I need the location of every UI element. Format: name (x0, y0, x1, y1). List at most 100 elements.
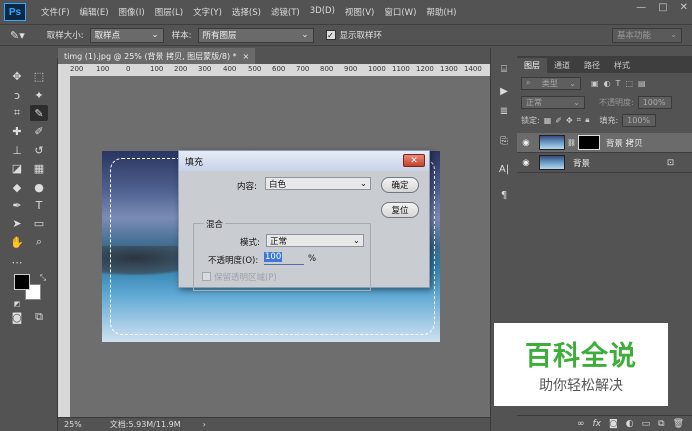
shape-tool-icon[interactable]: ▭ (30, 215, 48, 231)
lock-artboard-icon[interactable]: ⌗ (577, 115, 582, 125)
gradient-tool-icon[interactable]: ▦ (30, 160, 48, 176)
menu-help[interactable]: 帮助(H) (421, 6, 461, 18)
sample-select[interactable]: 所有图层 ⌄ (197, 27, 314, 43)
lock-position-icon[interactable]: ✥ (566, 116, 573, 125)
filter-shape-icon[interactable]: ⬚ (625, 79, 633, 88)
tab-channels[interactable]: 通道 (547, 58, 577, 73)
trash-icon[interactable]: 🗑︎ (673, 419, 684, 429)
fx-icon[interactable]: fx (593, 419, 602, 429)
link-icon[interactable]: ∞ (577, 419, 585, 429)
character-panel-icon[interactable]: A| (496, 162, 512, 176)
dialog-close-button[interactable]: ✕ (403, 154, 425, 167)
history-panel-icon[interactable]: ⌸ (496, 62, 512, 76)
tab-layers[interactable]: 图层 (517, 58, 547, 73)
paragraph-panel-icon[interactable]: ¶ (496, 188, 512, 202)
filter-adjust-icon[interactable]: ◐ (604, 79, 611, 88)
close-window-button[interactable]: ✕ (680, 2, 688, 13)
group-icon[interactable]: ▭ (642, 419, 651, 429)
clone-source-panel-icon[interactable]: ⎘ (496, 134, 512, 148)
layer-blend-mode-select[interactable]: 正常 ⌄ (521, 95, 585, 109)
close-tab-icon[interactable]: × (243, 52, 250, 61)
menu-edit[interactable]: 编辑(E) (75, 6, 114, 18)
menu-layer[interactable]: 图层(L) (150, 6, 188, 18)
actions-panel-icon[interactable]: ▶ (496, 84, 512, 98)
show-ring-checkbox[interactable]: ✓ (325, 30, 336, 40)
move-tool-icon[interactable]: ✥ (8, 68, 26, 84)
lock-pixels-icon[interactable]: ✐ (555, 116, 562, 125)
maximize-button[interactable]: □ (658, 2, 667, 13)
menu-file[interactable]: 文件(F) (36, 6, 75, 18)
new-layer-icon[interactable]: ⧉ (658, 419, 664, 429)
foreground-color-swatch[interactable] (14, 274, 30, 290)
tab-styles[interactable]: 样式 (607, 58, 637, 73)
mode-select[interactable]: 正常 ⌄ (266, 234, 364, 247)
opacity-input-value: 100 (264, 252, 283, 262)
eyedropper-tool-preset-icon[interactable]: ✎▾ (10, 29, 25, 42)
adjustment-icon[interactable]: ◐ (626, 419, 634, 429)
opacity-input[interactable]: 100 (264, 252, 304, 265)
menu-window[interactable]: 窗口(W) (379, 6, 421, 18)
layer-opacity-input[interactable]: 100% (637, 95, 672, 109)
menu-view[interactable]: 视图(V) (340, 6, 379, 18)
layer-row-background[interactable]: ◉ 背景 ⊡ (517, 153, 692, 173)
clone-stamp-tool-icon[interactable]: ⊥ (8, 142, 26, 158)
chain-link-icon[interactable]: ⛓︎ (567, 139, 576, 147)
path-selection-tool-icon[interactable]: ➤ (8, 215, 26, 231)
tab-paths[interactable]: 路径 (577, 58, 607, 73)
document-info: 文档:5.93M/11.9M (109, 420, 181, 429)
menu-image[interactable]: 图像(I) (114, 6, 150, 18)
zoom-tool-icon[interactable]: ⌕ (30, 234, 48, 250)
blur-tool-icon[interactable]: ◆ (8, 179, 26, 195)
history-brush-tool-icon[interactable]: ↺ (30, 142, 48, 158)
layer-fill-input[interactable]: 100% (622, 113, 657, 127)
ok-button[interactable]: 确定 (381, 177, 419, 193)
ruler-tick: 400 (223, 65, 237, 73)
visibility-eye-icon[interactable]: ◉ (517, 158, 535, 168)
dialog-titlebar[interactable]: 填充 ✕ (179, 151, 429, 171)
brush-tool-icon[interactable]: ✐ (30, 123, 48, 139)
mask-icon[interactable]: ◙ (609, 419, 618, 429)
layer-row-background-copy[interactable]: ◉ ⛓︎ 背景 拷贝 (517, 133, 692, 153)
menu-select[interactable]: 选择(S) (227, 6, 266, 18)
more-tools-icon[interactable]: ⋯ (8, 254, 26, 270)
lock-transparent-icon[interactable]: ▦ (544, 116, 552, 125)
minimize-button[interactable]: — (636, 2, 646, 13)
marquee-tool-icon[interactable]: ⬚ (30, 68, 48, 84)
visibility-eye-icon[interactable]: ◉ (517, 138, 535, 148)
status-bar: 25% 文档:5.93M/11.9M › (58, 417, 490, 431)
sample-size-select[interactable]: 取样点 ⌄ (89, 27, 164, 43)
pen-tool-icon[interactable]: ✒ (8, 197, 26, 213)
filter-smart-icon[interactable]: ▤ (638, 79, 646, 88)
type-tool-icon[interactable]: T (30, 197, 48, 213)
document-tab[interactable]: timg (1).jpg @ 25% (背景 拷贝, 图层蒙版/8) * × (58, 48, 256, 64)
lasso-tool-icon[interactable]: ↄ (8, 87, 26, 103)
healing-brush-tool-icon[interactable]: ✚ (8, 123, 26, 139)
status-menu-arrow-icon[interactable]: › (203, 420, 206, 429)
menu-filter[interactable]: 滤镜(T) (266, 6, 305, 18)
hand-tool-icon[interactable]: ✋ (8, 234, 26, 250)
preserve-transparency-checkbox[interactable] (202, 272, 211, 281)
menu-3d[interactable]: 3D(D) (305, 6, 340, 18)
layer-mask-thumbnail[interactable] (577, 135, 600, 150)
crop-tool-icon[interactable]: ⌗ (8, 105, 26, 121)
zoom-level[interactable]: 25% (64, 420, 82, 429)
filter-pixel-icon[interactable]: ▣ (591, 79, 599, 88)
content-select[interactable]: 白色 ⌄ (265, 177, 371, 190)
quick-mask-icon[interactable]: ◙ (8, 309, 26, 325)
screen-mode-icon[interactable]: ⧉ (30, 309, 48, 325)
workspace-select[interactable]: 基本功能 ⌄ (612, 27, 682, 43)
reset-button[interactable]: 复位 (381, 202, 419, 218)
dodge-tool-icon[interactable]: ● (30, 179, 48, 195)
opacity-label: 不透明度(O): (208, 256, 259, 266)
magic-wand-tool-icon[interactable]: ✦ (30, 87, 48, 103)
eyedropper-tool-icon[interactable]: ✎ (30, 105, 48, 121)
properties-panel-icon[interactable]: ≣ (496, 104, 512, 118)
ruler-tick: 100 (150, 65, 164, 73)
filter-type-icon[interactable]: T (616, 79, 621, 88)
eraser-tool-icon[interactable]: ◪ (8, 160, 26, 176)
swap-colors-icon[interactable]: ⤡ (34, 270, 52, 286)
menu-type[interactable]: 文字(Y) (188, 6, 227, 18)
layer-filter-select[interactable]: ⌕ 类型 ⌄ (521, 76, 581, 90)
document-tab-bar: timg (1).jpg @ 25% (背景 拷贝, 图层蒙版/8) * × (58, 48, 488, 64)
lock-all-icon[interactable]: 🔒︎ (585, 115, 589, 125)
